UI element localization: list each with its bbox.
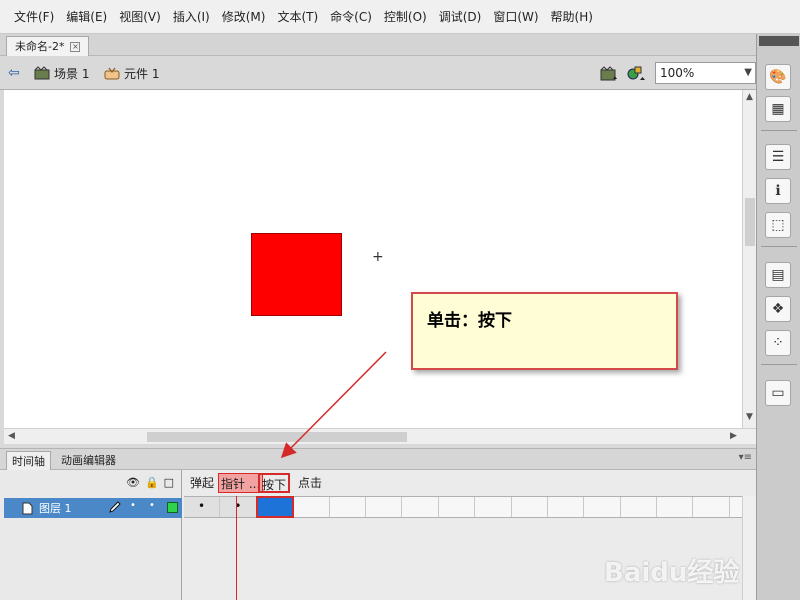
stage-horizontal-scrollbar[interactable]: ◀ ▶ — [4, 428, 756, 444]
frame-cell[interactable] — [548, 497, 585, 517]
menu-control[interactable]: 控制(O) — [378, 0, 433, 34]
symbol-breadcrumb[interactable]: 元件 1 — [104, 56, 159, 90]
menu-insert[interactable]: 插入(I) — [167, 0, 216, 34]
frame-cell-down-selected[interactable] — [255, 496, 295, 518]
stage-canvas[interactable]: + — [4, 90, 742, 428]
document-tab[interactable]: 未命名-2* × — [6, 36, 90, 56]
timeline-panel-header: 时间轴 动画编辑器 ▾≡ — [0, 448, 756, 471]
dock-separator — [761, 364, 797, 365]
tab-timeline[interactable]: 时间轴 — [6, 451, 51, 471]
align-panel-icon[interactable]: ☰ — [765, 144, 791, 170]
scroll-up-icon[interactable]: ▲ — [746, 92, 753, 102]
dock-grip[interactable] — [759, 36, 799, 46]
layer-name[interactable]: 图层 1 — [39, 500, 72, 516]
scroll-right-icon[interactable]: ▶ — [730, 431, 737, 441]
registration-crosshair: + — [372, 249, 384, 265]
frame-cell-hit[interactable] — [293, 497, 330, 517]
outline-color-swatch[interactable] — [167, 502, 178, 513]
red-square-shape[interactable] — [251, 233, 342, 316]
vertical-scroll-thumb[interactable] — [745, 198, 755, 246]
zoom-value: 100% — [660, 66, 695, 80]
edit-symbols-button[interactable] — [626, 56, 646, 90]
dock-separator — [761, 246, 797, 247]
frame-label-over[interactable]: 指针 ... — [218, 473, 264, 493]
menu-window[interactable]: 窗口(W) — [487, 0, 544, 34]
visibility-dot[interactable]: • — [130, 500, 136, 511]
scene-breadcrumb[interactable]: 场景 1 — [34, 56, 89, 90]
frame-label-up[interactable]: 弹起 — [188, 473, 216, 493]
frame-cell[interactable] — [512, 497, 548, 517]
frame-cell[interactable] — [330, 497, 366, 517]
frame-cell-up[interactable] — [184, 497, 221, 517]
frame-cell[interactable] — [439, 497, 476, 517]
lock-icon[interactable]: 🔒 — [145, 476, 159, 489]
menu-edit[interactable]: 编辑(E) — [60, 0, 113, 34]
frame-state-labels: 弹起 指针 ... 按下 点击 — [184, 470, 744, 496]
back-arrow-icon: ⇦ — [8, 65, 20, 81]
playhead[interactable] — [236, 496, 237, 600]
info-panel-icon[interactable]: ℹ — [765, 178, 791, 204]
stage-vertical-scrollbar[interactable]: ▲ ▼ — [742, 90, 756, 428]
layer-list: 👁 🔒 □ 图层 1 • • — [0, 470, 182, 600]
edit-symbols-icon — [627, 66, 645, 80]
lock-dot[interactable]: • — [149, 500, 155, 511]
layer-header-icons: 👁 🔒 □ — [126, 476, 174, 489]
chevron-down-icon: ▼ — [744, 67, 752, 78]
frame-label-hit[interactable]: 点击 — [296, 473, 324, 493]
frame-cell[interactable] — [693, 497, 730, 517]
frame-strip[interactable] — [184, 496, 742, 518]
menu-view[interactable]: 视图(V) — [113, 0, 167, 34]
close-icon[interactable]: × — [70, 41, 81, 52]
menu-debug[interactable]: 调试(D) — [433, 0, 488, 34]
swatches-panel-icon[interactable]: ▦ — [765, 96, 791, 122]
layer-page-icon — [22, 502, 33, 514]
edit-bar: ⇦ 场景 1 元件 1 — [0, 56, 756, 90]
menu-file[interactable]: 文件(F) — [8, 0, 60, 34]
document-tab-title: 未命名-2* — [15, 39, 65, 53]
frame-cell-over[interactable] — [220, 497, 257, 517]
instruction-callout: 单击：按下 — [411, 292, 678, 370]
library-panel-icon[interactable]: ▤ — [765, 262, 791, 288]
dock-separator — [761, 130, 797, 131]
frame-cell[interactable] — [366, 497, 403, 517]
color-panel-icon[interactable]: 🎨 — [765, 64, 791, 90]
edit-scene-icon — [600, 66, 617, 81]
tab-motion-editor[interactable]: 动画编辑器 — [56, 451, 121, 471]
right-panel-dock: 🎨 ▦ ☰ ℹ ⬚ ▤ ❖ ⁘ ▭ — [756, 34, 800, 600]
back-button[interactable]: ⇦ — [8, 56, 20, 90]
button-symbol-icon — [104, 67, 120, 80]
outline-icon[interactable]: □ — [164, 476, 174, 489]
watermark-logo: Baidu经验 — [604, 558, 740, 588]
menu-help[interactable]: 帮助(H) — [545, 0, 599, 34]
edit-scene-button[interactable] — [600, 56, 618, 90]
horizontal-scroll-thumb[interactable] — [147, 432, 407, 442]
layer-row[interactable]: 图层 1 • • — [4, 498, 182, 518]
frame-cell[interactable] — [584, 497, 621, 517]
scroll-down-icon[interactable]: ▼ — [746, 412, 753, 422]
frame-cell[interactable] — [621, 497, 658, 517]
scene-label: 场景 1 — [54, 66, 90, 81]
panel-menu-icon[interactable]: ▾≡ — [739, 452, 752, 463]
transform-panel-icon[interactable]: ⬚ — [765, 212, 791, 238]
frame-cell[interactable] — [475, 497, 512, 517]
symbol-label: 元件 1 — [124, 66, 160, 81]
scene-icon — [34, 66, 50, 80]
callout-text: 单击：按下 — [427, 311, 512, 331]
scroll-left-icon[interactable]: ◀ — [8, 431, 15, 441]
zoom-select[interactable]: 100% ▼ — [655, 62, 756, 84]
frame-cell[interactable] — [657, 497, 694, 517]
menu-text[interactable]: 文本(T) — [271, 0, 324, 34]
document-tab-bar: 未命名-2* × — [0, 34, 756, 56]
frame-cell[interactable] — [402, 497, 439, 517]
motion-presets-panel-icon[interactable]: ⁘ — [765, 330, 791, 356]
menu-modify[interactable]: 修改(M) — [216, 0, 272, 34]
menu-commands[interactable]: 命令(C) — [324, 0, 378, 34]
pencil-icon — [109, 501, 121, 513]
menu-bar: 文件(F) 编辑(E) 视图(V) 插入(I) 修改(M) 文本(T) 命令(C… — [0, 0, 800, 34]
movie-explorer-panel-icon[interactable]: ▭ — [765, 380, 791, 406]
eye-icon[interactable]: 👁 — [126, 476, 140, 489]
timeline-vertical-scrollbar[interactable] — [742, 496, 756, 600]
components-panel-icon[interactable]: ❖ — [765, 296, 791, 322]
frame-label-down[interactable]: 按下 — [258, 473, 291, 493]
